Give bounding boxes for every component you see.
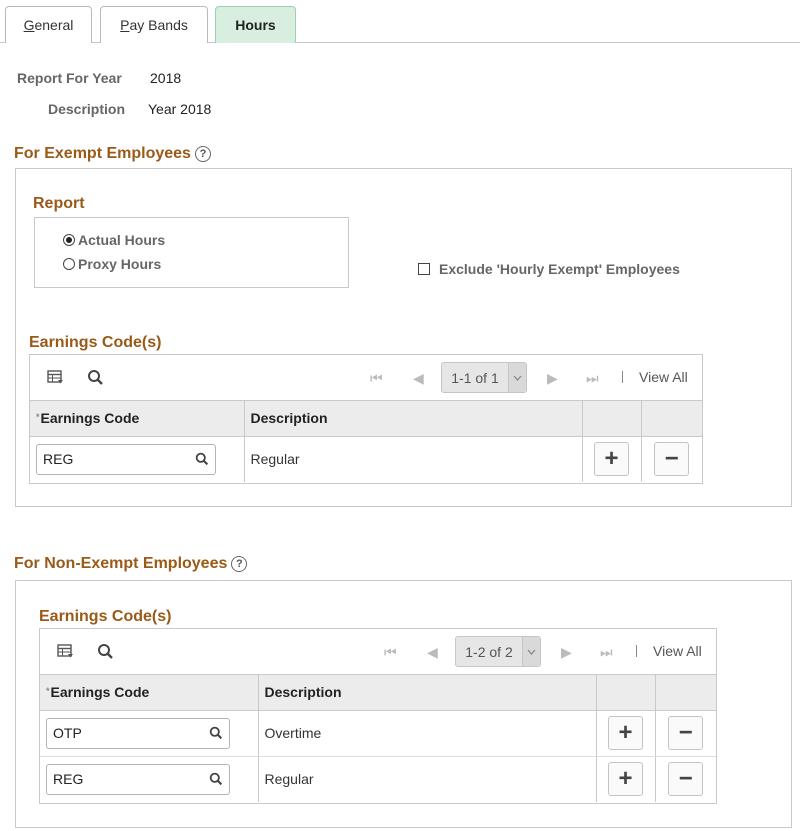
next-page-icon[interactable]: ▶ <box>561 644 572 661</box>
find-icon[interactable] <box>87 369 104 386</box>
add-row-button[interactable]: + <box>608 762 643 796</box>
description-value: Year 2018 <box>148 101 211 117</box>
earnings-code-input[interactable]: REG <box>36 444 216 475</box>
table-row: REG Regular + − <box>40 756 716 802</box>
description-cell: Regular <box>244 436 582 482</box>
radio-actual-hours[interactable]: Actual Hours <box>63 232 165 248</box>
description-cell: Regular <box>258 756 596 802</box>
column-header-earnings-code: *Earnings Code <box>30 401 244 436</box>
earnings-code-input[interactable]: OTP <box>46 718 230 749</box>
description-label: Description <box>48 101 125 117</box>
add-row-button[interactable]: + <box>594 442 629 476</box>
tab-general[interactable]: General <box>5 6 92 43</box>
nonexempt-section-title: For Non-Exempt Employees? <box>14 555 247 573</box>
earnings-code-input[interactable]: REG <box>46 764 230 795</box>
nonexempt-earnings-title: Earnings Code(s) <box>39 608 171 626</box>
grid-toolbar: ⏮ ◀ 1-1 of 1 ▶ ⏭ View All <box>30 355 702 401</box>
nonexempt-earnings-grid: ⏮ ◀ 1-2 of 2 ▶ ⏭ View All *Earnings Code… <box>39 628 717 804</box>
toolbar-separator <box>636 645 637 657</box>
lookup-icon[interactable] <box>209 726 223 740</box>
table-row: OTP Overtime + − <box>40 710 716 756</box>
personalize-grid-icon[interactable] <box>47 369 64 385</box>
report-group-title: Report <box>33 195 85 213</box>
add-row-button[interactable]: + <box>608 716 643 750</box>
first-page-icon[interactable]: ⏮ <box>370 370 383 387</box>
pagination-dropdown[interactable]: 1-2 of 2 <box>455 636 541 667</box>
column-header-description: Description <box>258 675 596 710</box>
column-header-add <box>596 675 655 710</box>
radio-unselected-icon[interactable] <box>63 258 75 270</box>
delete-row-button[interactable]: − <box>668 716 703 750</box>
tab-hours[interactable]: Hours <box>215 6 296 43</box>
table-row: REG Regular + − <box>30 436 702 482</box>
view-all-link[interactable]: View All <box>639 369 688 385</box>
last-page-icon[interactable]: ⏭ <box>600 644 613 661</box>
exempt-section-title: For Exempt Employees? <box>14 145 211 163</box>
exempt-earnings-grid: ⏮ ◀ 1-1 of 1 ▶ ⏭ View All *Earnings Code… <box>29 354 703 484</box>
previous-page-icon[interactable]: ◀ <box>427 644 438 661</box>
help-icon[interactable]: ? <box>195 146 211 162</box>
column-header-description: Description <box>244 401 582 436</box>
personalize-grid-icon[interactable] <box>57 643 74 659</box>
delete-row-button[interactable]: − <box>654 442 689 476</box>
description-cell: Overtime <box>258 710 596 756</box>
last-page-icon[interactable]: ⏭ <box>586 370 599 387</box>
radio-proxy-hours[interactable]: Proxy Hours <box>63 256 161 272</box>
grid-toolbar: ⏮ ◀ 1-2 of 2 ▶ ⏭ View All <box>40 629 716 675</box>
delete-row-button[interactable]: − <box>668 762 703 796</box>
checkbox-icon[interactable] <box>418 263 430 275</box>
next-page-icon[interactable]: ▶ <box>547 370 558 387</box>
exempt-earnings-title: Earnings Code(s) <box>29 334 161 352</box>
lookup-icon[interactable] <box>195 452 209 466</box>
report-year-label: Report For Year <box>17 70 122 86</box>
radio-selected-icon[interactable] <box>63 234 75 246</box>
first-page-icon[interactable]: ⏮ <box>384 644 397 661</box>
chevron-down-icon[interactable] <box>522 637 540 666</box>
find-icon[interactable] <box>97 643 114 660</box>
lookup-icon[interactable] <box>209 772 223 786</box>
toolbar-separator <box>622 371 623 383</box>
report-radio-group <box>34 217 349 288</box>
previous-page-icon[interactable]: ◀ <box>413 370 424 387</box>
column-header-earnings-code: *Earnings Code <box>40 675 258 710</box>
chevron-down-icon[interactable] <box>508 363 526 392</box>
exclude-hourly-exempt-checkbox[interactable]: Exclude 'Hourly Exempt' Employees <box>418 261 680 277</box>
column-header-remove <box>641 401 702 436</box>
nonexempt-earnings-table: *Earnings Code Description OTP Overtime … <box>40 675 716 802</box>
help-icon[interactable]: ? <box>231 556 247 572</box>
exempt-earnings-table: *Earnings Code Description REG Regular +… <box>30 401 702 482</box>
pagination-dropdown[interactable]: 1-1 of 1 <box>441 362 527 393</box>
view-all-link[interactable]: View All <box>653 643 702 659</box>
column-header-add <box>582 401 641 436</box>
report-year-value: 2018 <box>150 70 181 86</box>
tab-pay-bands[interactable]: Pay Bands <box>100 6 208 43</box>
column-header-remove <box>655 675 716 710</box>
